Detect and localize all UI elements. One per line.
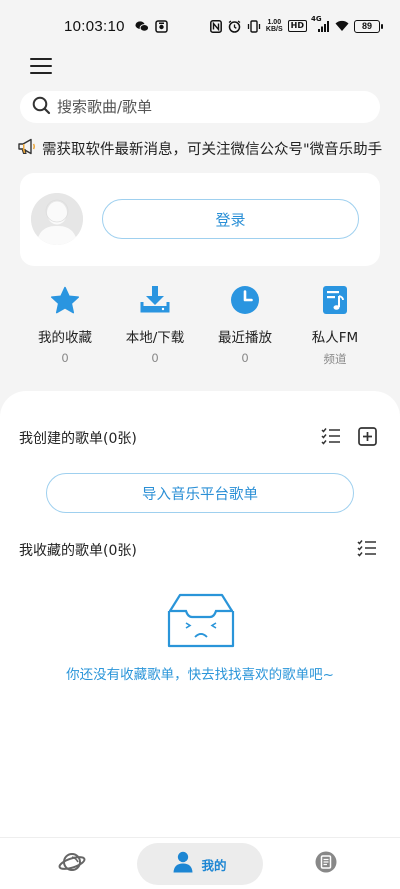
vibrate-icon <box>247 19 261 33</box>
search-input[interactable] <box>57 98 357 116</box>
notice-text: 需获取软件最新消息，可关注微信公众号"微音乐助手 <box>42 141 383 158</box>
signal-icon: 4G <box>311 15 330 33</box>
quick-link-sub: 频道 <box>323 352 347 366</box>
login-button[interactable]: 登录 <box>102 199 359 239</box>
search-icon <box>32 96 51 119</box>
manage-list-icon[interactable] <box>320 425 342 447</box>
download-icon <box>139 284 171 316</box>
default-avatar-icon <box>31 193 83 245</box>
quick-link-count: 0 <box>241 351 249 365</box>
quick-link-label: 私人FM <box>311 330 359 346</box>
menu-icon-line <box>30 71 52 74</box>
quick-link-local-download[interactable]: 本地/下载 0 <box>110 284 200 365</box>
music-note-icon <box>319 284 351 316</box>
clock-icon <box>229 284 261 316</box>
import-playlist-button[interactable]: 导入音乐平台歌单 <box>46 473 354 513</box>
wechat-icon <box>135 19 149 33</box>
nfc-icon <box>209 19 223 33</box>
megaphone-icon <box>18 138 38 159</box>
planet-icon <box>58 850 86 878</box>
nav-mine-label: 我的 <box>201 857 227 873</box>
notice-banner: 需获取软件最新消息，可关注微信公众号"微音乐助手 <box>18 135 400 161</box>
menu-icon-line <box>30 58 52 61</box>
manage-list-icon[interactable] <box>356 537 378 559</box>
add-playlist-icon[interactable] <box>356 425 378 447</box>
document-icon <box>315 851 337 877</box>
alarm-icon <box>228 19 242 33</box>
empty-box-icon <box>166 591 236 649</box>
quick-link-recent[interactable]: 最近播放 0 <box>200 284 290 365</box>
quick-links: 我的收藏 0 本地/下载 0 最近播放 0 私人FM 频道 <box>20 284 380 367</box>
quick-link-private-fm[interactable]: 私人FM 频道 <box>290 284 380 367</box>
battery-indicator: 89 <box>354 19 383 33</box>
quick-link-label: 本地/下载 <box>125 330 185 346</box>
app-notification-icon <box>155 19 169 33</box>
login-card: 登录 <box>20 173 380 266</box>
quick-link-count: 0 <box>151 351 159 365</box>
quick-link-favorites[interactable]: 我的收藏 0 <box>20 284 110 365</box>
playlists-panel: 我创建的歌单(0张) 导入音乐平台歌单 我收藏的歌单(0张) 你还没有收藏歌单，… <box>0 391 400 837</box>
quick-link-label: 最近播放 <box>218 330 272 346</box>
bottom-nav: 我的 <box>0 837 400 889</box>
quick-link-count: 0 <box>61 351 69 365</box>
empty-state-message: 你还没有收藏歌单，快去找找喜欢的歌单吧~ <box>66 667 334 683</box>
menu-button[interactable] <box>30 56 52 76</box>
search-bar[interactable] <box>20 91 380 123</box>
star-icon <box>49 284 81 316</box>
created-playlists-title: 我创建的歌单(0张) <box>19 431 137 447</box>
nav-playlist[interactable] <box>306 843 346 885</box>
network-speed: 1.00 KB/S <box>265 19 283 33</box>
user-icon <box>173 851 193 877</box>
nav-discover[interactable] <box>50 843 94 885</box>
nav-mine[interactable]: 我的 <box>137 843 263 885</box>
hd-badge: HD <box>287 20 307 32</box>
menu-icon-line <box>30 64 52 68</box>
collected-playlists-title: 我收藏的歌单(0张) <box>19 543 137 559</box>
wifi-icon <box>335 19 349 33</box>
status-time: 10:03:10 <box>64 17 125 35</box>
status-bar: 10:03:10 1.00 KB/S HD 4G 89 <box>0 0 400 52</box>
avatar[interactable] <box>31 193 83 245</box>
quick-link-label: 我的收藏 <box>38 330 92 346</box>
